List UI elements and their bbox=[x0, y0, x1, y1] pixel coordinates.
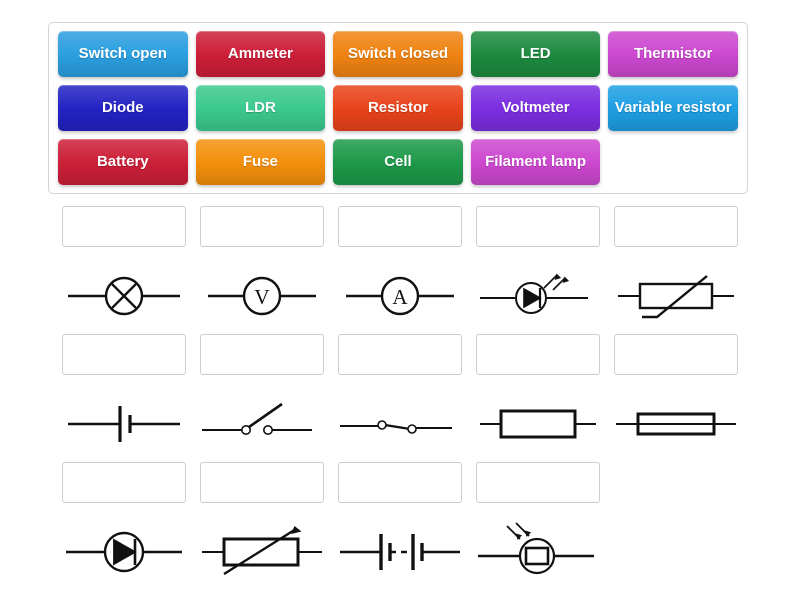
tile-ldr[interactable]: LDR bbox=[195, 85, 326, 131]
dropzone-switch-open[interactable] bbox=[200, 334, 324, 375]
tile-label: Fuse bbox=[242, 152, 278, 170]
circuit-symbol-battery-icon bbox=[338, 512, 462, 588]
circuit-symbol-cell-icon bbox=[62, 384, 186, 460]
tile-led[interactable]: LED bbox=[470, 31, 601, 77]
circuit-symbol-voltmeter-icon: V bbox=[200, 256, 324, 332]
tile-resistor[interactable]: Resistor bbox=[333, 85, 463, 131]
tile-label: Voltmeter bbox=[501, 98, 570, 116]
dropzone-led[interactable] bbox=[476, 206, 600, 247]
answer-cell-switch-open bbox=[200, 334, 324, 460]
dropzone-ldr[interactable] bbox=[476, 462, 600, 503]
tile-battery[interactable]: Battery bbox=[58, 139, 188, 185]
answer-cell-resistor bbox=[476, 334, 600, 460]
circuit-symbol-filament-lamp-icon bbox=[62, 256, 186, 332]
circuit-symbol-fuse-icon bbox=[614, 384, 738, 460]
svg-text:A: A bbox=[392, 285, 408, 309]
answer-cell-variable-resistor bbox=[200, 462, 324, 588]
tile-label: Battery bbox=[96, 152, 149, 170]
tile-filament-lamp[interactable]: Filament lamp bbox=[470, 139, 601, 185]
tile-label: Variable resistor bbox=[614, 98, 732, 116]
circuit-symbol-switch-closed-icon bbox=[338, 384, 462, 460]
answer-cell-fuse bbox=[614, 334, 738, 460]
dropzone-diode[interactable] bbox=[62, 462, 186, 503]
answer-row: VA bbox=[0, 206, 800, 334]
dropzone-fuse[interactable] bbox=[614, 334, 738, 375]
answer-cell-cell bbox=[62, 334, 186, 460]
dropzone-filament-lamp[interactable] bbox=[62, 206, 186, 247]
answer-cell-filament-lamp bbox=[62, 206, 186, 332]
dropzone-thermistor[interactable] bbox=[614, 206, 738, 247]
svg-text:V: V bbox=[254, 285, 269, 309]
circuit-symbol-led-icon bbox=[476, 256, 600, 332]
tile-voltmeter[interactable]: Voltmeter bbox=[470, 85, 601, 131]
dropzone-resistor[interactable] bbox=[476, 334, 600, 375]
tile-row: Diode LDR Resistor Voltmeter Variable resist… bbox=[58, 85, 738, 131]
dropzone-voltmeter[interactable] bbox=[200, 206, 324, 247]
tile-label: LDR bbox=[244, 98, 276, 116]
answer-cell-ammeter: A bbox=[338, 206, 462, 332]
answer-cell-switch-closed bbox=[338, 334, 462, 460]
tile-label: Switch closed bbox=[347, 44, 448, 62]
dropzone-ammeter[interactable] bbox=[338, 206, 462, 247]
tile-label: Resistor bbox=[367, 98, 428, 116]
answer-tile-bank: Switch open Ammeter Switch closed LED Thermi… bbox=[48, 22, 748, 194]
circuit-symbol-diode-icon bbox=[62, 512, 186, 588]
tile-diode[interactable]: Diode bbox=[58, 85, 188, 131]
answer-row bbox=[0, 462, 800, 590]
answer-cell-ldr bbox=[476, 462, 600, 588]
answer-grid: VA bbox=[0, 206, 800, 590]
tile-label: Switch open bbox=[78, 44, 167, 62]
tile-switch-closed[interactable]: Switch closed bbox=[333, 31, 463, 77]
answer-cell-thermistor bbox=[614, 206, 738, 332]
dropzone-switch-closed[interactable] bbox=[338, 334, 462, 375]
circuit-symbol-thermistor-icon bbox=[614, 256, 738, 332]
tile-label: Filament lamp bbox=[485, 152, 586, 170]
tile-fuse[interactable]: Fuse bbox=[195, 139, 326, 185]
tile-ammeter[interactable]: Ammeter bbox=[195, 31, 326, 77]
answer-cell-led bbox=[476, 206, 600, 332]
tile-switch-open[interactable]: Switch open bbox=[58, 31, 188, 77]
circuit-symbol-resistor-icon bbox=[476, 384, 600, 460]
tile-cell[interactable]: Cell bbox=[333, 139, 463, 185]
tile-label: Thermistor bbox=[633, 44, 713, 62]
tile-label: Cell bbox=[384, 152, 412, 170]
tile-thermistor[interactable]: Thermistor bbox=[608, 31, 738, 77]
answer-cell-diode bbox=[62, 462, 186, 588]
tile-row: Switch open Ammeter Switch closed LED Thermi… bbox=[58, 31, 738, 77]
dropzone-cell[interactable] bbox=[62, 334, 186, 375]
answer-cell-voltmeter: V bbox=[200, 206, 324, 332]
dropzone-battery[interactable] bbox=[338, 462, 462, 503]
tile-label: Diode bbox=[101, 98, 144, 116]
dropzone-variable-resistor[interactable] bbox=[200, 462, 324, 503]
circuit-symbol-ammeter-icon: A bbox=[338, 256, 462, 332]
tile-label: LED bbox=[520, 44, 551, 62]
circuit-symbol-variable-resistor-icon bbox=[200, 512, 324, 588]
answer-cell-battery bbox=[338, 462, 462, 588]
tile-variable-resistor[interactable]: Variable resistor bbox=[608, 85, 738, 131]
circuit-symbol-ldr-icon bbox=[476, 512, 600, 588]
tile-empty-slot bbox=[608, 139, 738, 185]
tile-label: Ammeter bbox=[227, 44, 293, 62]
answer-row bbox=[0, 334, 800, 462]
circuit-symbol-switch-open-icon bbox=[200, 384, 324, 460]
tile-row: Battery Fuse Cell Filament lamp bbox=[58, 139, 738, 185]
